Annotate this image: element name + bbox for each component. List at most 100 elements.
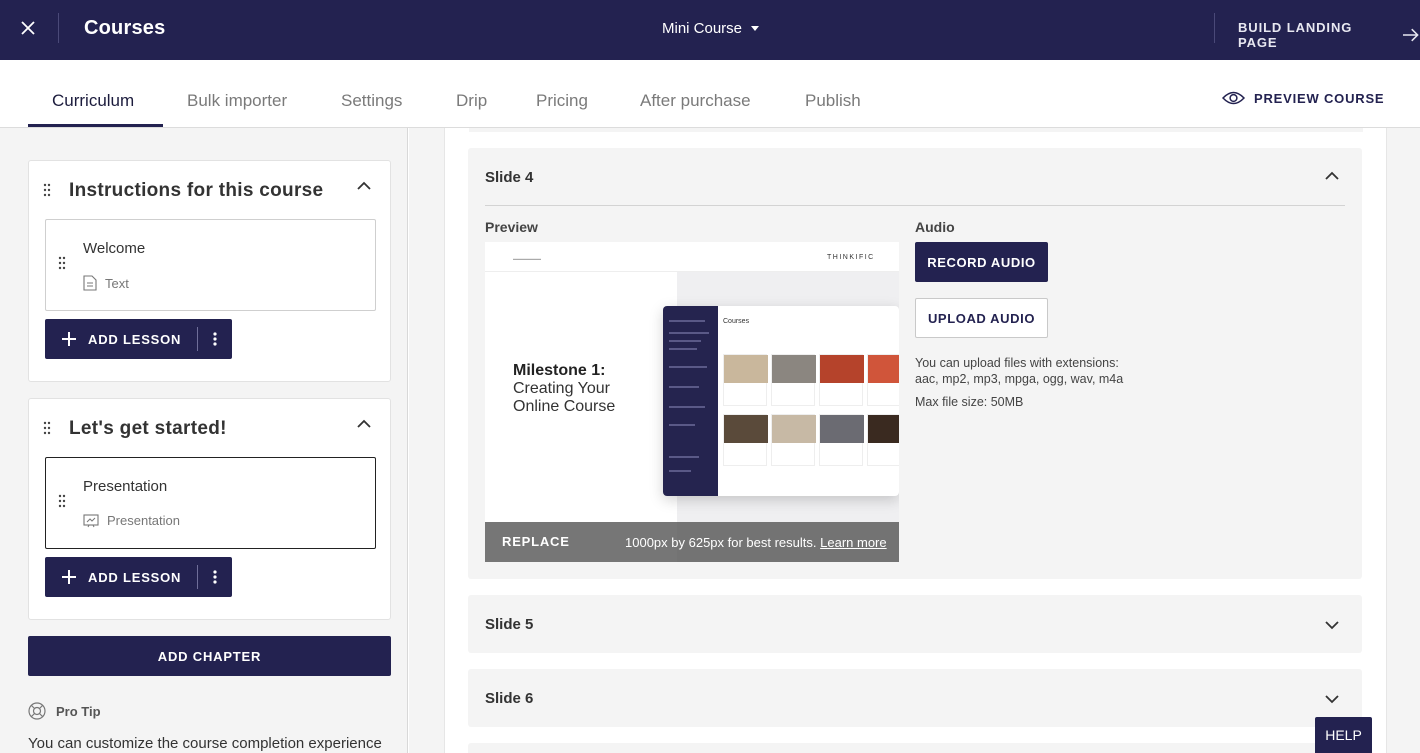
slides-panel: Slide 4 Preview Audio ▬▬▬▬▬▬▬ THINKIFIC … [409, 128, 1420, 753]
thumbnail-small-text: ▬▬▬▬▬▬▬ [513, 256, 541, 261]
slide-title[interactable]: Slide 4 [485, 169, 533, 186]
course-selector[interactable]: Mini Course [662, 20, 760, 37]
chapter-title[interactable]: Instructions for this course [69, 180, 323, 202]
previous-slide-edge [469, 128, 1363, 132]
tab-after-purchase[interactable]: After purchase [640, 91, 751, 111]
lifebuoy-icon [28, 702, 46, 720]
chapter-card: Instructions for this course Welcome Tex… [28, 160, 391, 382]
arrow-right-icon [1403, 28, 1420, 42]
lesson-type: Text [83, 275, 129, 291]
more-options-icon[interactable] [197, 565, 232, 589]
chevron-down-icon[interactable] [1325, 694, 1339, 704]
thumbnail-heading-line: Milestone 1: [513, 362, 606, 379]
upload-extensions-info: You can upload files with extensions: aa… [915, 355, 1155, 387]
divider [58, 13, 59, 43]
drag-handle-icon[interactable] [43, 421, 51, 435]
drag-handle-icon[interactable] [58, 256, 66, 270]
thumbnail-app-screenshot: Courses [663, 306, 899, 496]
top-bar: Courses Mini Course BUILD LANDING PAGE [0, 0, 1420, 60]
thumbnail-tile [771, 414, 816, 466]
thumbnail-tile [723, 354, 768, 406]
tab-pricing[interactable]: Pricing [536, 91, 588, 111]
upload-info-line: You can upload files with extensions: [915, 356, 1119, 370]
slide-title: Slide 5 [485, 616, 534, 633]
audio-label: Audio [915, 219, 955, 235]
learn-more-link[interactable]: Learn more [820, 535, 886, 550]
add-chapter-button[interactable]: ADD CHAPTER [28, 636, 391, 676]
thumbnail-app-title: Courses [723, 318, 750, 325]
curriculum-sidebar: Instructions for this course Welcome Tex… [0, 128, 408, 753]
chevron-down-icon[interactable] [1325, 620, 1339, 630]
lesson-name: Welcome [83, 240, 146, 257]
upload-audio-button[interactable]: UPLOAD AUDIO [915, 298, 1048, 338]
thumbnail-subheading-line: Online Course [513, 398, 616, 415]
thumbnail-brand: THINKIFIC [827, 254, 875, 261]
drag-handle-icon[interactable] [43, 183, 51, 197]
plus-icon [62, 570, 76, 584]
eye-icon [1222, 91, 1245, 105]
thumbnail-tile [867, 414, 899, 466]
tab-bulk-importer[interactable]: Bulk importer [187, 91, 287, 111]
tab-settings[interactable]: Settings [341, 91, 402, 111]
chapter-title[interactable]: Let's get started! [69, 418, 227, 440]
tab-drip[interactable]: Drip [456, 91, 487, 111]
upload-info-line: aac, mp2, mp3, mpga, ogg, wav, m4a [915, 372, 1124, 386]
page-title: Courses [84, 17, 166, 39]
image-replace-bar: REPLACE 1000px by 625px for best results… [485, 522, 899, 562]
help-button[interactable]: HELP [1315, 717, 1372, 753]
add-lesson-group: ADD LESSON [45, 557, 232, 597]
pro-tip-text: You can customize the course completion … [28, 735, 382, 752]
drag-handle-icon[interactable] [58, 494, 66, 508]
thumbnail-app-sidebar [663, 306, 718, 496]
lesson-type: Presentation [83, 513, 180, 528]
divider [485, 205, 1345, 206]
caret-down-icon [751, 26, 760, 31]
pro-tip-label: Pro Tip [56, 703, 101, 719]
plus-icon [62, 332, 76, 346]
course-selector-label: Mini Course [662, 20, 743, 37]
add-lesson-button[interactable]: ADD LESSON [45, 557, 197, 597]
thumbnail-tile [867, 354, 899, 406]
chevron-up-icon[interactable] [357, 419, 371, 429]
tab-curriculum[interactable]: Curriculum [52, 91, 134, 111]
active-tab-indicator [28, 124, 163, 127]
slide-preview-image: ▬▬▬▬▬▬▬ THINKIFIC Milestone 1: Creating … [485, 242, 899, 562]
record-audio-button[interactable]: RECORD AUDIO [915, 242, 1048, 282]
lesson-item[interactable]: Presentation Presentation [45, 457, 376, 549]
thumbnail-left-area [485, 272, 677, 562]
thumbnail-tile [723, 414, 768, 466]
course-tabs: Curriculum Bulk importer Settings Drip P… [0, 60, 1420, 128]
more-options-icon[interactable] [197, 327, 232, 351]
thumbnail-tile [819, 354, 864, 406]
add-lesson-group: ADD LESSON [45, 319, 232, 359]
slide-panel-collapsed[interactable]: Slide 6 [468, 669, 1362, 727]
thumbnail-heading: Milestone 1: Creating Your Online Course [513, 362, 615, 416]
close-icon[interactable] [18, 16, 40, 40]
lesson-type-label: Presentation [107, 513, 180, 528]
chapter-card: Let's get started! Presentation Presenta… [28, 398, 391, 620]
preview-course-button[interactable]: PREVIEW COURSE [1222, 90, 1384, 106]
lesson-item[interactable]: Welcome Text [45, 219, 376, 311]
text-document-icon [83, 275, 97, 291]
build-landing-page-button[interactable]: BUILD LANDING PAGE [1238, 20, 1420, 50]
lesson-type-label: Text [105, 275, 129, 291]
chevron-up-icon[interactable] [357, 181, 371, 191]
add-lesson-button[interactable]: ADD LESSON [45, 319, 197, 359]
presentation-icon [83, 513, 99, 527]
slide-panel-expanded: Slide 4 Preview Audio ▬▬▬▬▬▬▬ THINKIFIC … [468, 148, 1362, 579]
build-landing-page-label: BUILD LANDING PAGE [1238, 20, 1353, 50]
thumbnail-tile [771, 354, 816, 406]
tab-publish[interactable]: Publish [805, 91, 861, 111]
preview-label: Preview [485, 219, 538, 235]
slide-panel-collapsed[interactable]: Slide 5 [468, 595, 1362, 653]
slide-panel-partial [468, 743, 1362, 753]
replace-image-button[interactable]: REPLACE [502, 534, 570, 549]
max-file-size: Max file size: 50MB [915, 395, 1024, 409]
thumbnail-subheading-line: Creating Your [513, 380, 610, 397]
lesson-name: Presentation [83, 478, 168, 495]
preview-course-label: PREVIEW COURSE [1254, 90, 1385, 106]
image-size-hint: 1000px by 625px for best results. Learn … [625, 535, 887, 550]
chevron-up-icon[interactable] [1325, 171, 1339, 181]
divider [1214, 13, 1215, 43]
thumbnail-header: ▬▬▬▬▬▬▬ THINKIFIC [485, 242, 899, 272]
